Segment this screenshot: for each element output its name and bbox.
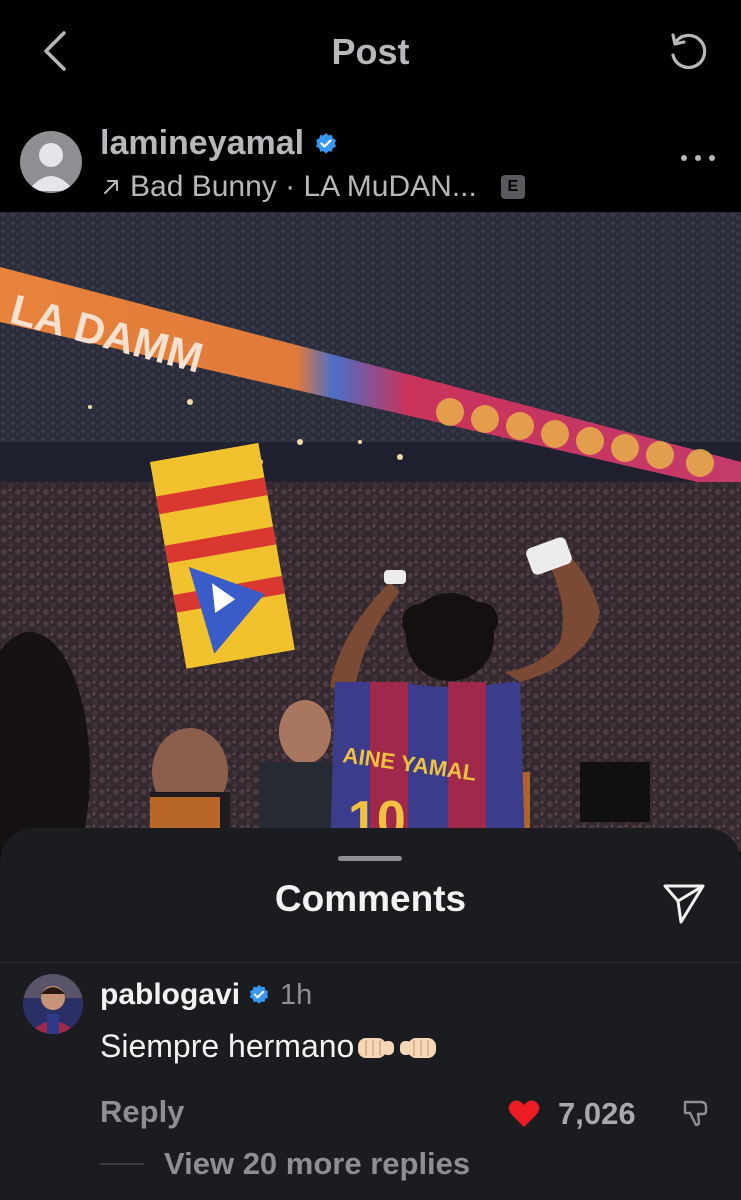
heart-icon <box>508 1100 540 1127</box>
arrow-up-right-icon <box>104 180 118 194</box>
view-replies-button[interactable]: View 20 more replies <box>100 1146 470 1182</box>
view-replies-label: View 20 more replies <box>164 1146 471 1181</box>
page-title: Post <box>331 31 410 72</box>
dislike-button[interactable] <box>679 1096 713 1130</box>
top-bar: Post <box>0 0 741 104</box>
comment-timestamp: 1h <box>280 978 313 1011</box>
divider <box>0 962 741 963</box>
music-title: Bad Bunny · LA MuDAN... <box>130 170 477 203</box>
comment-username[interactable]: pablogavi <box>100 978 240 1012</box>
avatar-photo <box>23 974 83 1034</box>
comment-body: Siempre hermano <box>100 1028 438 1065</box>
music-attribution[interactable]: Bad Bunny · LA MuDAN... E <box>102 170 525 204</box>
post-author: lamineyamal <box>100 124 338 163</box>
reply-button[interactable]: Reply <box>100 1094 184 1130</box>
post-image[interactable]: LA DAMM AINE YAMAL 10 <box>0 212 741 852</box>
chevron-left-icon <box>44 31 66 71</box>
more-horizontal-icon <box>681 155 687 161</box>
comment-avatar[interactable] <box>23 974 83 1034</box>
share-button[interactable] <box>661 880 707 926</box>
verified-badge-icon <box>249 984 269 1004</box>
sheet-grabber[interactable] <box>338 856 402 861</box>
verified-badge-icon <box>316 132 337 154</box>
refresh-button[interactable] <box>661 26 713 76</box>
refresh-icon <box>671 33 707 69</box>
explicit-badge: E <box>500 175 525 199</box>
back-button[interactable] <box>30 26 80 76</box>
right-facing-fist-emoji-icon <box>358 1037 395 1058</box>
avatar[interactable] <box>20 131 82 193</box>
thumbs-down-icon <box>683 1100 708 1127</box>
comments-title: Comments <box>274 878 467 919</box>
default-avatar-icon <box>28 143 74 191</box>
post-username[interactable]: lamineyamal <box>100 124 304 163</box>
like-button[interactable]: 7,026 <box>508 1096 636 1132</box>
stadium-photo: LA DAMM AINE YAMAL 10 <box>0 212 741 852</box>
comments-sheet: Comments pablogavi 1h Siempre hermano Re… <box>0 828 741 1200</box>
comment-text: Siempre hermano <box>100 1028 355 1064</box>
post-header: lamineyamal Bad Bunny · LA MuDAN... E <box>0 104 741 212</box>
replies-line <box>100 1163 144 1165</box>
send-icon <box>663 884 705 924</box>
more-options-button[interactable] <box>681 148 715 168</box>
comment-header: pablogavi 1h <box>100 978 312 1012</box>
like-count: 7,026 <box>558 1096 636 1131</box>
left-facing-fist-emoji-icon <box>400 1037 437 1058</box>
